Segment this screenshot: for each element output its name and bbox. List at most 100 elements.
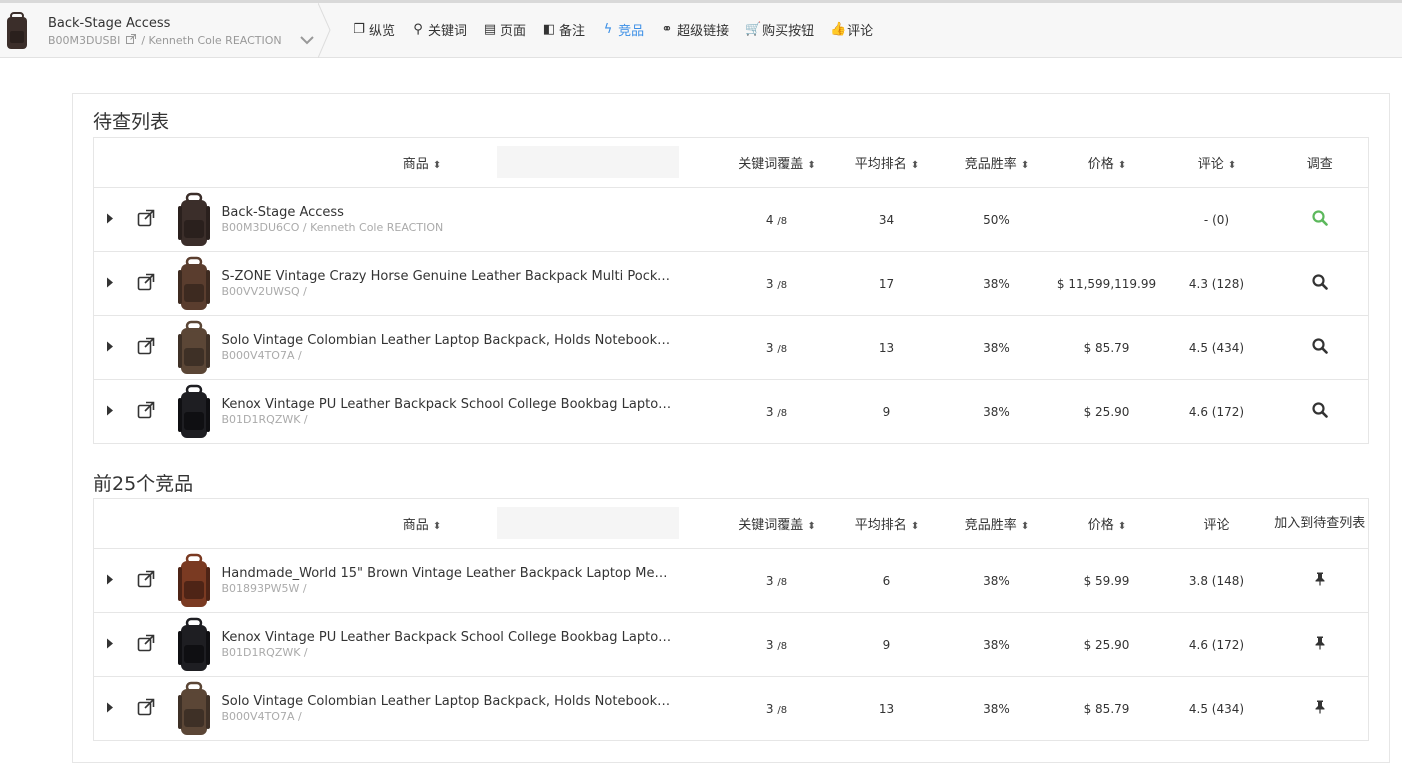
sort-icon[interactable]: ⬍ [1021, 160, 1029, 171]
sort-icon[interactable]: ⬍ [1118, 521, 1126, 532]
nav-item-6[interactable]: 🛒 购买按钮 [745, 20, 814, 39]
nav-item-2[interactable]: ▤ 页面 [483, 20, 526, 39]
expand-row-icon[interactable] [106, 574, 114, 585]
external-link-icon[interactable] [125, 34, 136, 44]
expand-row-icon[interactable] [106, 638, 114, 649]
action-cell[interactable] [1271, 251, 1369, 316]
table-row[interactable]: Kenox Vintage PU Leather Backpack School… [93, 612, 1369, 677]
price-cell: $ 85.79 [1051, 315, 1162, 380]
action-cell[interactable] [1271, 676, 1369, 741]
keyword-coverage-total: /8 [777, 407, 788, 419]
sort-icon[interactable]: ⬍ [911, 160, 919, 171]
table-row[interactable]: Solo Vintage Colombian Leather Laptop Ba… [93, 676, 1369, 741]
expand-cell[interactable] [93, 548, 126, 613]
product-name[interactable]: Back-Stage Access [222, 205, 672, 220]
action-cell[interactable] [1271, 548, 1369, 613]
external-link-icon[interactable] [137, 570, 155, 588]
external-link-icon[interactable] [137, 337, 155, 355]
table-row[interactable]: Handmade_World 15" Brown Vintage Leather… [93, 548, 1369, 613]
column-product[interactable]: 商品 ⬍ [221, 137, 722, 188]
product-name[interactable]: Handmade_World 15" Brown Vintage Leather… [222, 566, 672, 581]
product-name[interactable]: Solo Vintage Colombian Leather Laptop Ba… [222, 333, 672, 348]
column-reviews[interactable]: 评论 ⬍ [1161, 137, 1272, 188]
sort-icon[interactable]: ⬍ [911, 521, 919, 532]
action-cell[interactable] [1271, 187, 1369, 252]
nav-item-0[interactable]: ❐ 纵览 [352, 20, 395, 39]
expand-row-icon[interactable] [106, 341, 114, 352]
action-cell[interactable] [1271, 379, 1369, 444]
external-link-cell[interactable] [125, 187, 166, 252]
external-link-icon[interactable] [137, 698, 155, 716]
column-avg-rank[interactable]: 平均排名 ⬍ [831, 498, 942, 549]
sort-icon[interactable]: ⬍ [807, 521, 815, 532]
external-link-cell[interactable] [125, 676, 166, 741]
product-asin[interactable]: B00M3DUSBI [48, 34, 120, 47]
keyword-coverage-value: 3 [765, 701, 774, 716]
product-filter-input[interactable] [496, 146, 679, 178]
external-link-icon[interactable] [137, 209, 155, 227]
expand-row-icon[interactable] [106, 213, 114, 224]
column-keyword-coverage[interactable]: 关键词覆盖 ⬍ [721, 137, 832, 188]
external-link-icon[interactable] [137, 273, 155, 291]
column-keyword-coverage[interactable]: 关键词覆盖 ⬍ [721, 498, 832, 549]
expand-cell[interactable] [93, 251, 126, 316]
nav-item-3[interactable]: ◧ 备注 [542, 20, 585, 39]
nav-item-5[interactable]: ⚭ 超级链接 [660, 20, 729, 39]
nav-item-label: 评论 [847, 24, 874, 39]
product-name[interactable]: Solo Vintage Colombian Leather Laptop Ba… [222, 694, 672, 709]
expand-cell[interactable] [93, 315, 126, 380]
investigate-search-icon[interactable] [1312, 338, 1328, 354]
sort-icon[interactable]: ⬍ [1118, 160, 1126, 171]
column-win-rate[interactable]: 竞品胜率 ⬍ [941, 498, 1052, 549]
product-title[interactable]: Back-Stage Access [48, 16, 170, 31]
pin-icon[interactable] [1314, 700, 1326, 714]
column-price[interactable]: 价格 ⬍ [1051, 137, 1162, 188]
pin-icon[interactable] [1314, 572, 1326, 586]
product-name[interactable]: Kenox Vintage PU Leather Backpack School… [222, 397, 672, 412]
sort-icon[interactable]: ⬍ [807, 160, 815, 171]
column-product[interactable]: 商品 ⬍ [221, 498, 722, 549]
table-row[interactable]: S-ZONE Vintage Crazy Horse Genuine Leath… [93, 251, 1369, 316]
external-link-cell[interactable] [125, 379, 166, 444]
product-name[interactable]: Kenox Vintage PU Leather Backpack School… [222, 630, 672, 645]
sort-icon[interactable]: ⬍ [1021, 521, 1029, 532]
product-filter-input[interactable] [496, 507, 679, 539]
expand-cell[interactable] [93, 612, 126, 677]
table-row[interactable]: Solo Vintage Colombian Leather Laptop Ba… [93, 315, 1369, 380]
action-cell[interactable] [1271, 315, 1369, 380]
table-row[interactable]: Back-Stage Access B00M3DU6CO / Kenneth Co… [93, 187, 1369, 252]
investigate-search-icon[interactable] [1312, 402, 1328, 418]
external-link-icon[interactable] [137, 401, 155, 419]
external-link-cell[interactable] [125, 251, 166, 316]
action-cell[interactable] [1271, 612, 1369, 677]
product-asin: B000V4TO7A / [221, 349, 302, 362]
expand-cell[interactable] [93, 676, 126, 741]
nav-item-4[interactable]: ϟ 竞品 [601, 20, 644, 39]
investigate-search-icon[interactable] [1312, 210, 1328, 226]
table-row[interactable]: Kenox Vintage PU Leather Backpack School… [93, 379, 1369, 444]
win-rate-cell: 38% [941, 548, 1052, 613]
external-link-cell[interactable] [125, 315, 166, 380]
external-link-icon[interactable] [137, 634, 155, 652]
win-rate-cell: 38% [941, 612, 1052, 677]
external-link-cell[interactable] [125, 612, 166, 677]
keyword-coverage-cell: 3 /8 [721, 251, 832, 316]
expand-row-icon[interactable] [106, 405, 114, 416]
sort-icon[interactable]: ⬍ [433, 521, 441, 532]
investigate-search-icon[interactable] [1312, 274, 1328, 290]
product-name[interactable]: S-ZONE Vintage Crazy Horse Genuine Leath… [222, 269, 672, 284]
external-link-cell[interactable] [125, 548, 166, 613]
sort-icon[interactable]: ⬍ [433, 160, 441, 171]
pin-icon[interactable] [1314, 636, 1326, 650]
column-avg-rank[interactable]: 平均排名 ⬍ [831, 137, 942, 188]
nav-item-7[interactable]: 👍 评论 [830, 20, 873, 39]
expand-row-icon[interactable] [106, 702, 114, 713]
expand-cell[interactable] [93, 379, 126, 444]
column-price[interactable]: 价格 ⬍ [1051, 498, 1162, 549]
column-win-rate[interactable]: 竞品胜率 ⬍ [941, 137, 1052, 188]
nav-item-1[interactable]: ⚲ 关键词 [411, 20, 467, 39]
sort-icon[interactable]: ⬍ [1228, 160, 1236, 171]
expand-cell[interactable] [93, 187, 126, 252]
chevron-down-icon[interactable] [300, 35, 314, 45]
expand-row-icon[interactable] [106, 277, 114, 288]
